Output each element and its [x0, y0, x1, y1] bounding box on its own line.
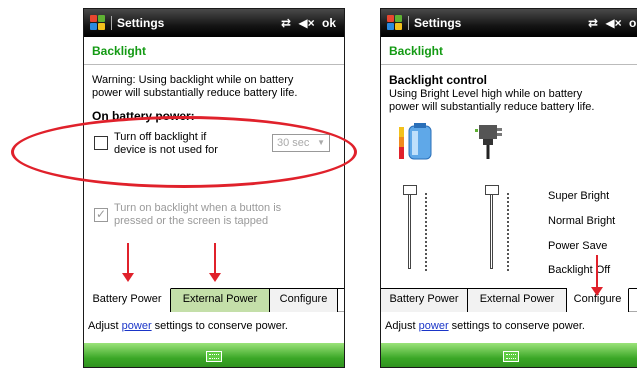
- annotation-arrow-configure-tab: [591, 255, 603, 296]
- page-heading: Backlight: [84, 37, 344, 65]
- volume-mute-icon[interactable]: ◀×: [298, 16, 314, 30]
- connectivity-icon[interactable]: ⇄: [588, 16, 598, 30]
- warning-line-2: power will substantially reduce battery …: [92, 87, 298, 99]
- volume-mute-icon[interactable]: ◀×: [605, 16, 621, 30]
- external-level-slider-track[interactable]: [490, 191, 493, 269]
- footer-prefix: Adjust: [88, 320, 119, 332]
- warning-line-1: Warning: Using backlight while on batter…: [92, 74, 294, 86]
- desc-line-1: Using Bright Level high while on battery: [389, 88, 583, 100]
- battery-slider-ticks: [425, 193, 427, 271]
- footer-hint: Adjust power settings to conserve power.: [88, 320, 288, 332]
- title-separator: [111, 16, 112, 30]
- level-power-save: Power Save: [548, 240, 608, 252]
- level-normal-bright: Normal Bright: [548, 215, 616, 227]
- tab-battery-power[interactable]: Battery Power: [84, 288, 171, 312]
- configure-screen: Settings ⇄ ◀× ok Backlight Backlight con…: [380, 8, 637, 368]
- ok-button[interactable]: ok: [629, 16, 637, 30]
- status-icons: ⇄ ◀× ok: [277, 16, 336, 30]
- footer-hint: Adjust power settings to conserve power.: [385, 320, 585, 332]
- external-level-slider-thumb[interactable]: [485, 185, 499, 195]
- section-label: Backlight control: [389, 73, 488, 87]
- annotation-arrow-battery-tab: [122, 243, 134, 282]
- battery-level-slider-track[interactable]: [408, 191, 411, 269]
- battery-power-screen: Settings ⇄ ◀× ok Backlight Warning: Usin…: [83, 8, 345, 368]
- windows-start-icon[interactable]: [387, 15, 403, 31]
- tab-battery-power[interactable]: Battery Power: [381, 289, 468, 312]
- window-title: Settings: [117, 16, 165, 30]
- ac-plug-icon: [475, 125, 502, 159]
- status-icons: ⇄ ◀× ok: [584, 16, 637, 30]
- footer-suffix: settings to conserve power.: [451, 320, 585, 332]
- battery-icon: [399, 123, 432, 160]
- tab-external-power[interactable]: External Power: [171, 289, 270, 312]
- window-title: Settings: [414, 16, 462, 30]
- page-heading: Backlight: [381, 37, 637, 65]
- footer-prefix: Adjust: [385, 320, 416, 332]
- desc-line-2: power will substantially reduce battery …: [389, 101, 595, 113]
- keyboard-icon[interactable]: [503, 351, 519, 362]
- soft-key-bar: [381, 343, 637, 367]
- level-super-bright: Super Bright: [548, 190, 610, 202]
- highlight-ellipse: [11, 116, 357, 188]
- tab-external-power[interactable]: External Power: [468, 289, 567, 312]
- option2-line-1: Turn on backlight when a button is: [114, 202, 282, 214]
- annotation-arrow-external-tab: [209, 243, 221, 282]
- power-link[interactable]: power: [419, 320, 449, 332]
- soft-key-bar: [84, 343, 344, 367]
- windows-start-icon[interactable]: [90, 15, 106, 31]
- option2-line-2: pressed or the screen is tapped: [114, 215, 269, 227]
- level-backlight-off: Backlight Off: [548, 264, 611, 276]
- title-bar: Settings ⇄ ◀× ok: [381, 9, 637, 37]
- connectivity-icon[interactable]: ⇄: [281, 16, 291, 30]
- ok-button[interactable]: ok: [322, 16, 336, 30]
- title-separator: [408, 16, 409, 30]
- external-slider-ticks: [507, 193, 509, 271]
- tab-bar: Battery Power External Power Configure: [84, 288, 344, 312]
- keyboard-icon[interactable]: [206, 351, 222, 362]
- battery-level-slider-thumb[interactable]: [403, 185, 417, 195]
- turn-on-backlight-checkbox[interactable]: [94, 207, 108, 222]
- tab-configure[interactable]: Configure: [270, 289, 338, 312]
- footer-suffix: settings to conserve power.: [154, 320, 288, 332]
- power-link[interactable]: power: [122, 320, 152, 332]
- title-bar: Settings ⇄ ◀× ok: [84, 9, 344, 37]
